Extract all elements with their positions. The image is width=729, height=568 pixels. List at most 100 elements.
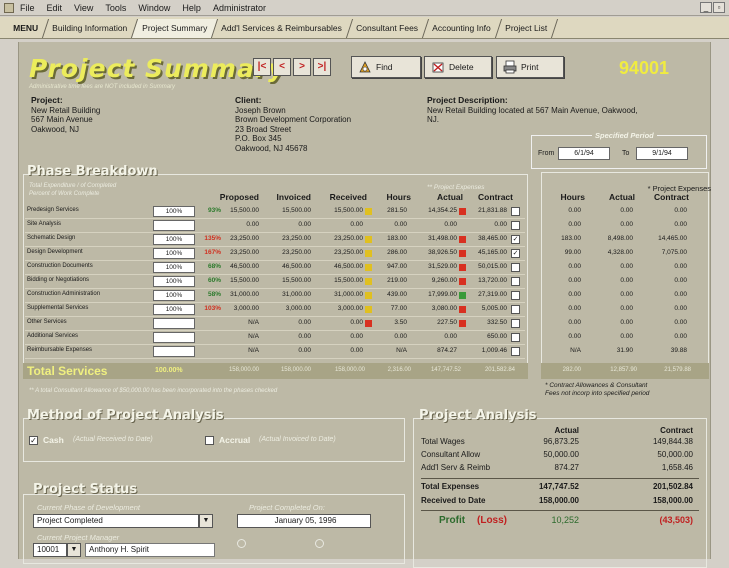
percent-complete-field[interactable]: 100% [153, 206, 195, 217]
analysis-row: Consultant Allow 50,000.00 50,000.00 [421, 450, 701, 462]
restore-button[interactable]: ▫ [713, 2, 725, 13]
consultant-allowance-checkbox[interactable] [511, 333, 520, 342]
received-value: 0.00 [350, 347, 363, 354]
from-label: From [538, 150, 555, 157]
legend-percent-complete: Percent of Work Complete [29, 191, 100, 197]
percent-complete-field[interactable] [153, 220, 195, 231]
previous-record-button[interactable]: < [273, 58, 291, 76]
accrual-checkbox[interactable] [205, 436, 214, 445]
status-flag-icon [459, 278, 466, 285]
next-record-button[interactable]: > [293, 58, 311, 76]
percent-complete-field[interactable]: 100% [153, 276, 195, 287]
proposed-value: 15,500.00 [230, 207, 259, 214]
tab-project-list[interactable]: Project List [494, 19, 558, 38]
page-title: Project Summary [29, 54, 286, 83]
manager-name-field[interactable]: Anthony H. Spirit [85, 543, 215, 557]
percent-complete-field[interactable]: 100% [153, 290, 195, 301]
col-proposed: Proposed [219, 192, 259, 202]
consultant-allowance-checkbox[interactable] [511, 291, 520, 300]
menu-administrator[interactable]: Administrator [213, 3, 266, 13]
analysis-divider [421, 510, 699, 511]
chevron-down-icon[interactable]: ▼ [199, 514, 213, 528]
last-record-button[interactable]: >| [313, 58, 331, 76]
invoiced-value: 23,250.00 [282, 249, 311, 256]
proposed-value: 3,000.00 [233, 305, 259, 312]
client-line: Oakwood, NJ 45678 [235, 143, 308, 153]
find-button[interactable]: Find [351, 56, 421, 78]
menu-edit[interactable]: Edit [47, 3, 63, 13]
consultant-allowance-checkbox[interactable] [511, 347, 520, 356]
percent-complete-field[interactable]: 100% [153, 248, 195, 259]
menu-window[interactable]: Window [138, 3, 170, 13]
tab-building-information[interactable]: Building Information [41, 19, 139, 38]
status-flag-icon [365, 236, 372, 243]
client-line: Joseph Brown [235, 105, 286, 115]
summary-note: Administrative time fees are NOT include… [29, 84, 176, 90]
completed-date-field[interactable]: January 05, 1996 [237, 514, 371, 528]
accrual-label: Accrual [219, 435, 251, 445]
menu-bar: File Edit View Tools Window Help Adminis… [0, 0, 729, 16]
phase-name: Schematic Design [27, 235, 76, 241]
status-flag-icon [459, 208, 466, 215]
radio-option[interactable] [237, 539, 246, 548]
printer-icon [503, 60, 517, 74]
tab-addl-services[interactable]: Add'l Services & Reimbursables [211, 19, 354, 38]
status-flag-icon [459, 306, 466, 313]
total-contract: 201,582.84 [484, 367, 515, 373]
percent-complete-field[interactable]: 100% [153, 304, 195, 315]
to-date-field[interactable]: 9/1/94 [636, 147, 688, 160]
phase-breakdown-title: Phase Breakdown [27, 164, 158, 179]
percent-complete-field[interactable] [153, 346, 195, 357]
contract-allowance-note: * Contract Allowances & Consultant Fees … [545, 382, 710, 398]
tab-project-summary[interactable]: Project Summary [131, 19, 219, 38]
consultant-allowance-checkbox[interactable]: ✓ [511, 249, 520, 258]
to-label: To [622, 150, 630, 157]
consultant-allowance-checkbox[interactable] [511, 221, 520, 230]
analysis-row-label: Total Wages [421, 437, 465, 446]
consultant-allowance-checkbox[interactable] [511, 207, 520, 216]
percent-complete-field[interactable]: 100% [153, 234, 195, 245]
contract-value: 13,720.00 [478, 277, 507, 284]
menu-help[interactable]: Help [182, 3, 201, 13]
proposed-value: 23,250.00 [230, 249, 259, 256]
consultant-allowance-checkbox[interactable] [511, 277, 520, 286]
minimize-button[interactable]: _ [700, 2, 712, 13]
app-icon[interactable] [4, 2, 14, 13]
phase-name: Other Services [27, 319, 67, 325]
radio-option[interactable] [315, 539, 324, 548]
delete-button[interactable]: Delete [424, 56, 492, 78]
menu-view[interactable]: View [74, 3, 93, 13]
status-flag-icon [459, 250, 466, 257]
from-date-field[interactable]: 6/1/94 [558, 147, 610, 160]
proposed-value: 46,500.00 [230, 263, 259, 270]
phase-name: Site Analysis [27, 221, 62, 227]
proposed-value: 23,250.00 [230, 235, 259, 242]
cash-checkbox[interactable]: ✓ [29, 436, 38, 445]
phase-name: Construction Documents [27, 263, 93, 269]
manager-id-select[interactable]: 10001 [33, 543, 67, 557]
phase-select[interactable]: Project Completed [33, 514, 199, 528]
profit-label: Profit [439, 515, 466, 526]
project-line: Oakwood, NJ [31, 124, 80, 134]
print-button[interactable]: Print [496, 56, 564, 78]
project-number: 94001 [619, 58, 670, 78]
total-proposed: 158,000.00 [228, 367, 259, 373]
menu-file[interactable]: File [20, 3, 35, 13]
consultant-allowance-checkbox[interactable] [511, 263, 520, 272]
menu-tools[interactable]: Tools [105, 3, 126, 13]
received-value: 46,500.00 [334, 263, 363, 270]
col-hours: Hours [386, 192, 411, 202]
hours-value: 947.00 [387, 263, 407, 270]
consultant-allowance-checkbox[interactable] [511, 305, 520, 314]
first-record-button[interactable]: |< [253, 58, 271, 76]
percent-complete-field[interactable] [153, 318, 195, 329]
chevron-down-icon[interactable]: ▼ [67, 543, 81, 557]
tab-consultant-fees[interactable]: Consultant Fees [345, 19, 430, 38]
percent-complete-field[interactable]: 100% [153, 262, 195, 273]
consultant-allowance-checkbox[interactable]: ✓ [511, 235, 520, 244]
phase-row: Bidding or Negotiations 100% 60% 15,500.00 1… [25, 276, 687, 289]
phase-row: Additional Services N/A 0.00 0.00 0.00 0.00 65… [25, 332, 687, 345]
tab-accounting-info[interactable]: Accounting Info [421, 19, 502, 38]
percent-complete-field[interactable] [153, 332, 195, 343]
consultant-allowance-checkbox[interactable] [511, 319, 520, 328]
